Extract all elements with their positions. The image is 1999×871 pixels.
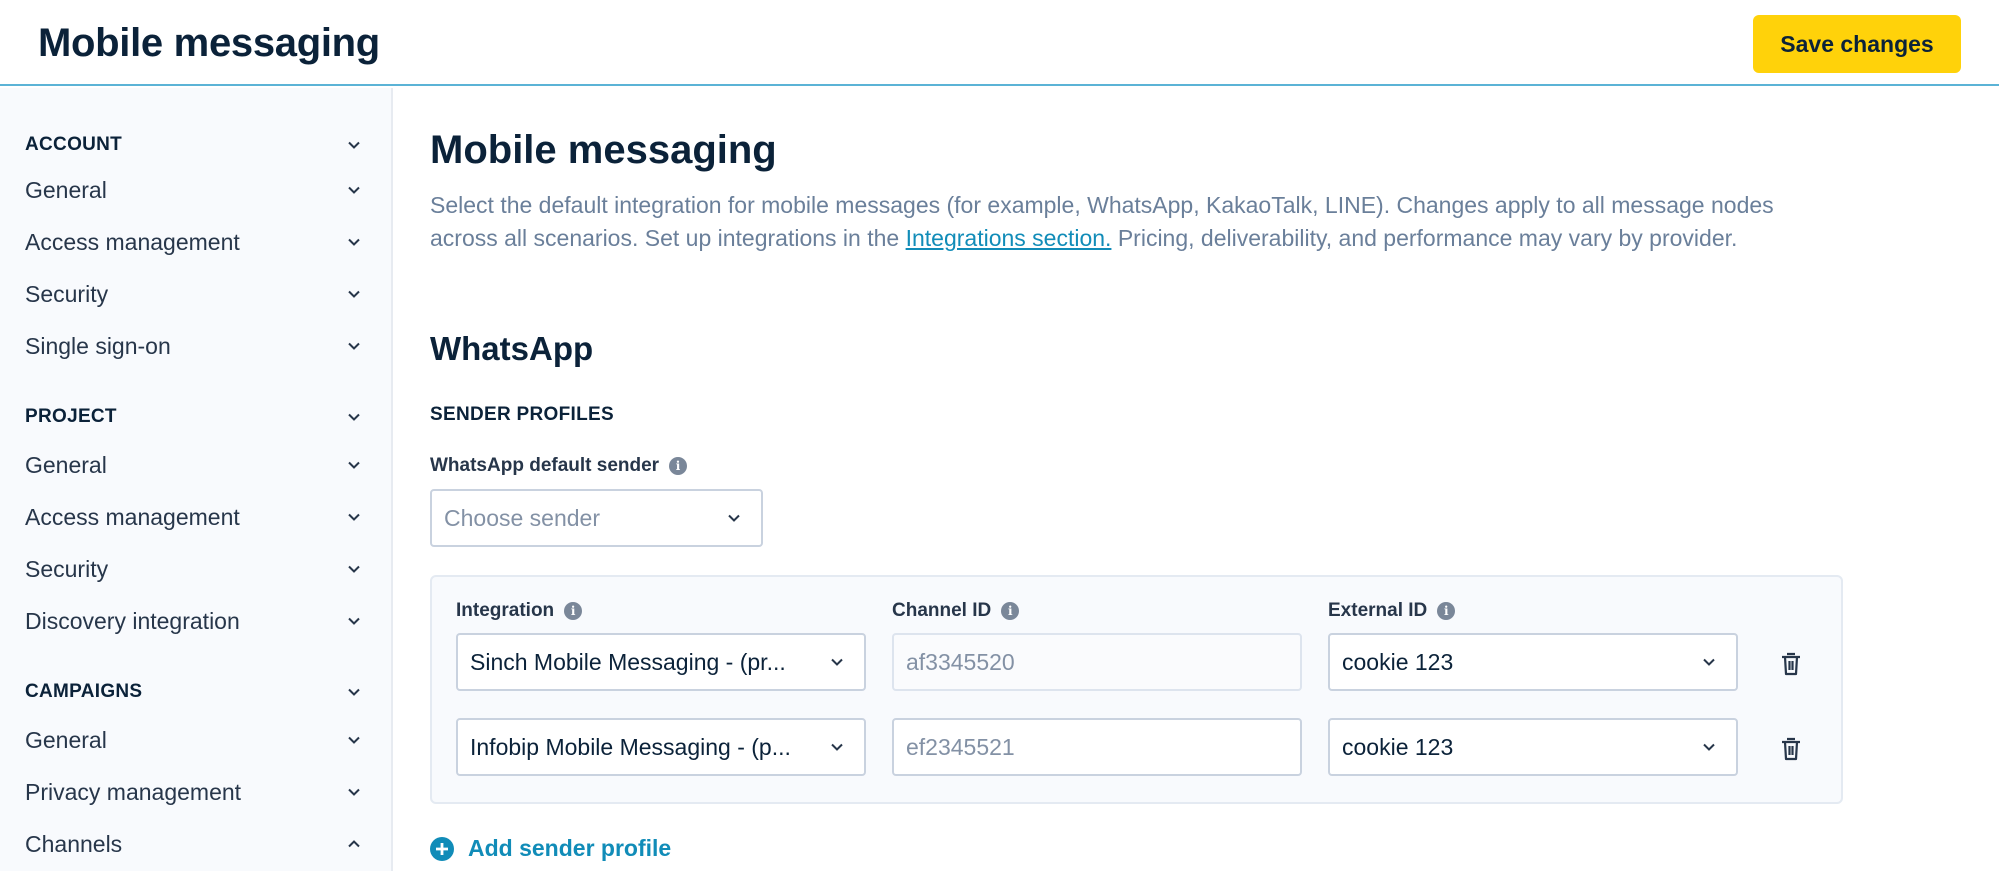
integration-value: Infobip Mobile Messaging - (p... — [470, 733, 791, 760]
external-id-select[interactable]: cookie 123 — [1328, 718, 1738, 776]
channel-id-column-label: Channel ID — [892, 600, 992, 621]
sidebar-item-label: Access management — [25, 503, 240, 530]
chevron-down-icon — [343, 454, 365, 476]
sidebar-item-label: Single sign-on — [25, 332, 171, 359]
trash-icon[interactable] — [1777, 735, 1805, 763]
chevron-down-icon — [343, 558, 365, 580]
chevron-down-icon — [343, 231, 365, 253]
add-sender-profile-button[interactable]: Add sender profile — [430, 835, 671, 862]
sidebar-item-account-access-management[interactable]: Access management — [25, 220, 365, 264]
integration-column-header: Integration i — [456, 600, 583, 622]
sidebar-item-label: General — [25, 176, 107, 203]
default-sender-placeholder: Choose sender — [444, 504, 600, 531]
sidebar-item-account-security[interactable]: Security — [25, 272, 365, 316]
sidebar-item-label: General — [25, 726, 107, 753]
main-content: Mobile messaging Select the default inte… — [395, 88, 1999, 871]
page-description: Select the default integration for mobil… — [430, 189, 1840, 255]
sidebar-section-label: ACCOUNT — [25, 134, 123, 155]
sender-profiles-heading: SENDER PROFILES — [430, 404, 614, 425]
external-id-column-header: External ID i — [1328, 600, 1456, 622]
sidebar-item-label: Security — [25, 555, 109, 582]
sidebar-section-label: CAMPAIGNS — [25, 681, 143, 702]
integration-select[interactable]: Sinch Mobile Messaging - (pr... — [456, 633, 866, 691]
chevron-down-icon — [826, 736, 848, 758]
info-icon[interactable]: i — [564, 602, 583, 620]
top-bar: Mobile messaging Save changes — [0, 0, 1999, 86]
sidebar-item-campaigns-channels[interactable]: Channels — [25, 822, 365, 866]
info-icon[interactable]: i — [669, 457, 688, 475]
whatsapp-section-title: WhatsApp — [430, 330, 594, 367]
integration-select[interactable]: Infobip Mobile Messaging - (p... — [456, 718, 866, 776]
sidebar-item-project-discovery-integration[interactable]: Discovery integration — [25, 599, 365, 643]
channel-id-value: ef2345521 — [906, 733, 1015, 760]
chevron-down-icon — [343, 610, 365, 632]
default-sender-label: WhatsApp default sender — [430, 455, 660, 476]
chevron-down-icon — [343, 335, 365, 357]
chevron-down-icon — [1698, 736, 1720, 758]
app-title: Mobile messaging — [38, 21, 380, 65]
info-icon[interactable]: i — [1001, 602, 1020, 620]
plus-circle-icon — [430, 836, 454, 861]
sidebar-item-label: Access management — [25, 228, 240, 255]
sidebar-item-project-general[interactable]: General — [25, 443, 365, 487]
sidebar-section-project[interactable]: PROJECT — [25, 395, 365, 439]
chevron-down-icon — [723, 507, 745, 529]
channel-id-column-header: Channel ID i — [892, 600, 1020, 622]
chevron-down-icon — [343, 406, 365, 428]
sidebar-item-campaigns-general[interactable]: General — [25, 718, 365, 762]
sidebar-item-label: General — [25, 451, 107, 478]
sidebar-item-campaigns-privacy-management[interactable]: Privacy management — [25, 770, 365, 814]
sidebar-section-campaigns[interactable]: CAMPAIGNS — [25, 670, 365, 714]
trash-icon[interactable] — [1777, 650, 1805, 678]
sidebar-item-account-single-sign-on[interactable]: Single sign-on — [25, 324, 365, 368]
external-id-value: cookie 123 — [1342, 733, 1454, 760]
channel-id-field[interactable]: ef2345521 — [892, 718, 1302, 776]
sidebar-item-project-access-management[interactable]: Access management — [25, 495, 365, 539]
sidebar-section-account[interactable]: ACCOUNT — [25, 123, 365, 167]
page-title: Mobile messaging — [430, 128, 777, 172]
sidebar-item-label: Privacy management — [25, 778, 242, 805]
description-text-end: Pricing, deliverability, and performance… — [1111, 225, 1738, 251]
settings-sidebar: ACCOUNT General Access management Securi… — [0, 88, 393, 871]
chevron-down-icon — [343, 781, 365, 803]
chevron-down-icon — [826, 651, 848, 673]
info-icon[interactable]: i — [1437, 602, 1456, 620]
external-id-value: cookie 123 — [1342, 648, 1454, 675]
channel-id-field[interactable]: af3345520 — [892, 633, 1302, 691]
integrations-section-link[interactable]: Integrations section. — [906, 225, 1112, 251]
sidebar-item-label: Channels — [25, 830, 123, 857]
chevron-down-icon — [343, 681, 365, 703]
chevron-down-icon — [343, 729, 365, 751]
sidebar-item-account-general[interactable]: General — [25, 168, 365, 212]
default-sender-select[interactable]: Choose sender — [430, 489, 763, 547]
add-sender-profile-label: Add sender profile — [468, 835, 672, 861]
sidebar-item-label: Discovery integration — [25, 607, 240, 634]
chevron-down-icon — [343, 506, 365, 528]
chevron-down-icon — [343, 179, 365, 201]
external-id-select[interactable]: cookie 123 — [1328, 633, 1738, 691]
external-id-column-label: External ID — [1328, 600, 1428, 621]
chevron-down-icon — [343, 134, 365, 156]
save-changes-button[interactable]: Save changes — [1753, 15, 1961, 73]
chevron-up-icon — [343, 833, 365, 855]
channel-id-value: af3345520 — [906, 648, 1015, 675]
chevron-down-icon — [343, 283, 365, 305]
chevron-down-icon — [1698, 651, 1720, 673]
integration-value: Sinch Mobile Messaging - (pr... — [470, 648, 786, 675]
sidebar-item-project-security[interactable]: Security — [25, 547, 365, 591]
default-sender-label-group: WhatsApp default sender i — [430, 455, 688, 477]
integration-column-label: Integration — [456, 600, 555, 621]
sidebar-item-label: Security — [25, 280, 109, 307]
sidebar-section-label: PROJECT — [25, 406, 117, 427]
